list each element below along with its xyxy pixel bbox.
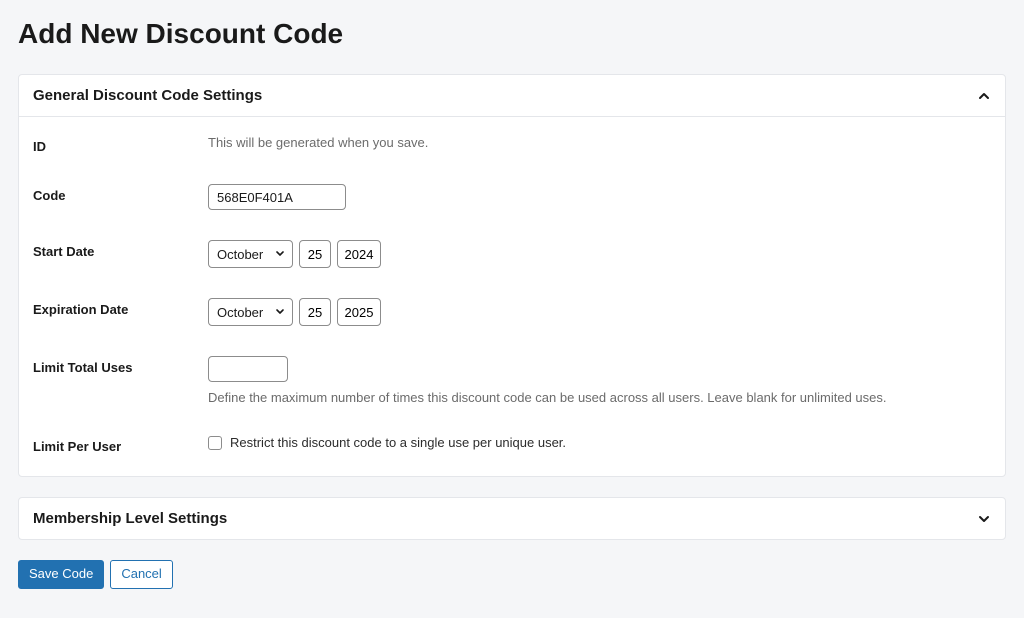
limit-total-help: Define the maximum number of times this … xyxy=(208,390,991,405)
limit-total-label: Limit Total Uses xyxy=(33,356,208,375)
limit-per-user-checkbox[interactable] xyxy=(208,436,222,450)
expiration-day-input[interactable] xyxy=(299,298,331,326)
start-date-label: Start Date xyxy=(33,240,208,259)
action-buttons: Save Code Cancel xyxy=(18,560,1006,589)
membership-panel: Membership Level Settings xyxy=(18,497,1006,540)
code-label: Code xyxy=(33,184,208,203)
id-row: ID This will be generated when you save. xyxy=(33,135,991,154)
page-title: Add New Discount Code xyxy=(18,18,1006,50)
chevron-down-icon xyxy=(977,512,991,526)
limit-per-user-label: Limit Per User xyxy=(33,435,208,454)
save-button[interactable]: Save Code xyxy=(18,560,104,589)
code-input[interactable] xyxy=(208,184,346,210)
start-year-input[interactable] xyxy=(337,240,381,268)
membership-panel-title: Membership Level Settings xyxy=(33,510,227,527)
start-date-row: Start Date October xyxy=(33,240,991,268)
id-value: This will be generated when you save. xyxy=(208,135,991,150)
limit-total-row: Limit Total Uses Define the maximum numb… xyxy=(33,356,991,405)
start-month-select[interactable]: October xyxy=(208,240,293,268)
chevron-up-icon xyxy=(977,89,991,103)
expiration-date-row: Expiration Date October xyxy=(33,298,991,326)
membership-panel-header[interactable]: Membership Level Settings xyxy=(19,498,1005,539)
general-panel-body: ID This will be generated when you save.… xyxy=(19,116,1005,476)
expiration-date-label: Expiration Date xyxy=(33,298,208,317)
general-panel: General Discount Code Settings ID This w… xyxy=(18,74,1006,477)
expiration-year-input[interactable] xyxy=(337,298,381,326)
expiration-month-select[interactable]: October xyxy=(208,298,293,326)
start-day-input[interactable] xyxy=(299,240,331,268)
general-panel-header[interactable]: General Discount Code Settings xyxy=(19,75,1005,116)
limit-total-input[interactable] xyxy=(208,356,288,382)
limit-per-user-row: Limit Per User Restrict this discount co… xyxy=(33,435,991,454)
general-panel-title: General Discount Code Settings xyxy=(33,87,262,104)
cancel-button[interactable]: Cancel xyxy=(110,560,172,589)
limit-per-user-checkbox-label: Restrict this discount code to a single … xyxy=(230,435,566,450)
id-label: ID xyxy=(33,135,208,154)
code-row: Code xyxy=(33,184,991,210)
